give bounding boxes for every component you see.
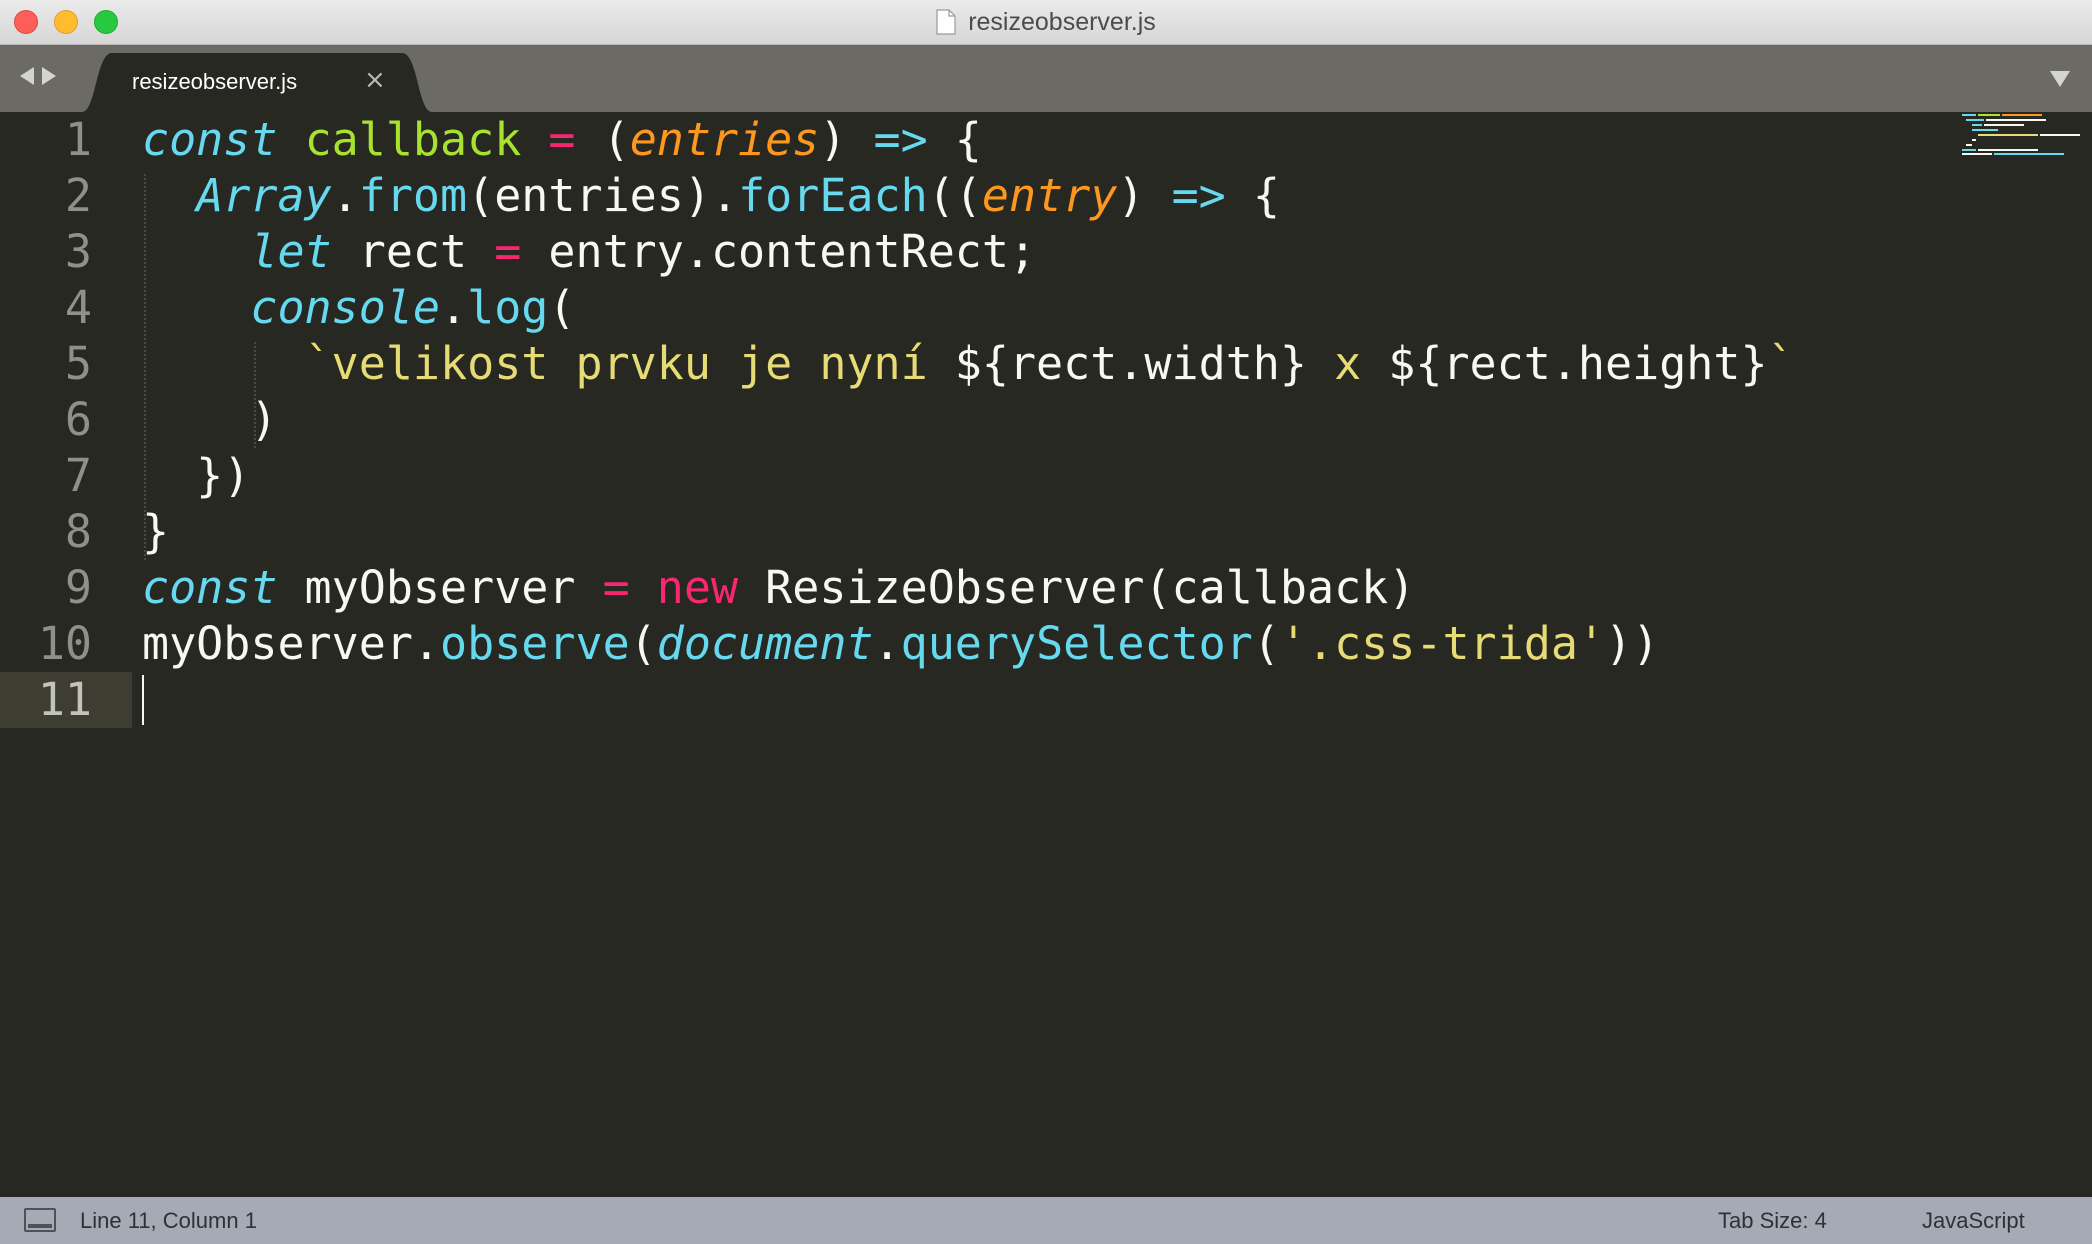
code-token: `: [1767, 337, 1795, 390]
line-number: 3: [64, 225, 92, 278]
code-token: myObserver: [277, 561, 603, 614]
code-token: {: [1225, 169, 1280, 222]
tab-navigation: [20, 67, 56, 85]
code-line[interactable]: ): [142, 392, 277, 448]
code-line[interactable]: myObserver.observe(document.querySelecto…: [142, 616, 1659, 672]
code-token: entries: [629, 113, 820, 166]
window-title-wrap: resizeobserver.js: [0, 0, 2092, 44]
code-token: new: [656, 561, 739, 614]
line-number: 5: [64, 337, 92, 390]
code-token: (entries).: [467, 169, 739, 222]
code-token: myObserver.: [142, 617, 441, 670]
text-cursor: [142, 675, 144, 725]
line-number: 2: [64, 169, 92, 222]
code-token: ResizeObserver(callback): [738, 561, 1416, 614]
code-token: querySelector: [900, 617, 1253, 670]
code-token: =: [602, 561, 630, 614]
code-token: Array: [196, 169, 332, 222]
code-token: .: [873, 617, 901, 670]
code-token: (: [1252, 617, 1280, 670]
cursor-position[interactable]: Line 11, Column 1: [80, 1208, 257, 1234]
code-token: ): [142, 393, 278, 446]
code-token: '.css-trida': [1279, 617, 1606, 670]
code-token: ${rect.width}: [954, 337, 1307, 390]
code-token: log: [467, 281, 549, 334]
code-token: entry: [981, 169, 1118, 222]
code-line[interactable]: console.log(: [142, 280, 576, 336]
code-token: observe: [440, 617, 630, 670]
code-line[interactable]: `velikost prvku je nyní ${rect.width} x …: [142, 336, 1795, 392]
line-number: 6: [64, 393, 92, 446]
code-token: .: [331, 169, 359, 222]
syntax-indicator[interactable]: JavaScript: [1922, 1208, 2025, 1234]
code-line[interactable]: const callback = (entries) => {: [142, 112, 982, 168]
panel-toggle-icon[interactable]: [24, 1208, 56, 1232]
code-token: =>: [1171, 169, 1226, 222]
code-token: ): [819, 113, 874, 166]
tab-resizeobserver[interactable]: resizeobserver.js ×: [82, 53, 432, 112]
tab-bar: resizeobserver.js ×: [0, 45, 2092, 112]
minimap[interactable]: [1962, 112, 2082, 156]
code-token: ): [1117, 169, 1172, 222]
code-token: `velikost prvku je nyní: [304, 337, 955, 390]
title-bar: resizeobserver.js: [0, 0, 2092, 45]
code-token: ((: [927, 169, 982, 222]
line-number: 4: [64, 281, 92, 334]
line-number-gutter: 1 2 3 4 5 6 7 8 9 10 11: [0, 112, 132, 1197]
code-token: (: [548, 281, 576, 334]
tab-label: resizeobserver.js: [132, 69, 298, 94]
line-number: 1: [64, 113, 92, 166]
code-line[interactable]: Array.from(entries).forEach((entry) => {: [142, 168, 1280, 224]
code-token: (: [629, 617, 657, 670]
code-line[interactable]: const myObserver = new ResizeObserver(ca…: [142, 560, 1415, 616]
code-token: (: [575, 113, 630, 166]
code-editor[interactable]: 1 2 3 4 5 6 7 8 9 10 11 const callback = (entries)…: [0, 112, 2092, 1197]
code-token: )): [1605, 617, 1660, 670]
code-token: document: [656, 617, 874, 670]
close-icon[interactable]: ×: [364, 65, 386, 95]
code-token: from: [358, 169, 468, 222]
arrow-right-icon[interactable]: [42, 67, 56, 85]
line-number: 9: [64, 561, 92, 614]
code-line[interactable]: }): [142, 448, 250, 504]
code-token: x: [1306, 337, 1389, 390]
code-token: =: [548, 113, 576, 166]
line-number: 10: [37, 617, 92, 670]
code-token: {: [927, 113, 982, 166]
line-number: 11: [0, 672, 132, 728]
file-icon: [936, 9, 956, 35]
code-token: .: [440, 281, 468, 334]
code-token: const: [142, 113, 278, 166]
window-title: resizeobserver.js: [968, 7, 1156, 36]
code-token: }): [142, 449, 251, 502]
editor-window: resizeobserver.js resizeobserver.js × 12…: [0, 0, 2092, 1244]
line-number: 7: [64, 449, 92, 502]
code-token: rect: [331, 225, 495, 278]
tab-size-indicator[interactable]: Tab Size: 4: [1718, 1208, 1827, 1234]
arrow-left-icon[interactable]: [20, 67, 34, 85]
code-token: ${rect.height}: [1388, 337, 1768, 390]
code-token: const: [142, 561, 278, 614]
status-bar: Line 11, Column 1 Tab Size: 4 JavaScript: [0, 1197, 2092, 1244]
code-token: forEach: [738, 169, 928, 222]
code-token: let: [250, 225, 332, 278]
code-token: }: [142, 505, 170, 558]
code-line[interactable]: let rect = entry.contentRect;: [142, 224, 1036, 280]
code-token: =>: [873, 113, 928, 166]
code-token: entry.contentRect;: [521, 225, 1037, 278]
code-line[interactable]: }: [142, 504, 169, 560]
line-number: 8: [64, 505, 92, 558]
code-token: =: [494, 225, 522, 278]
chevron-down-icon[interactable]: [2050, 71, 2070, 87]
code-token: console: [250, 281, 441, 334]
code-token: callback: [304, 113, 522, 166]
